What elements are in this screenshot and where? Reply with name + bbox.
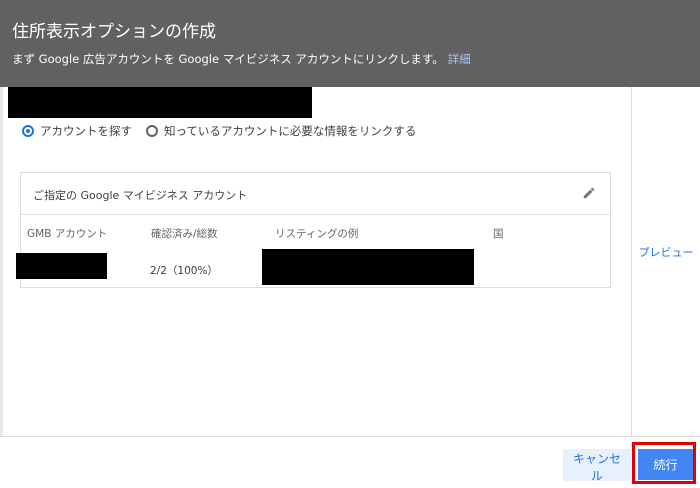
column-header-gmb-account: GMB アカウント (27, 228, 108, 240)
continue-button[interactable]: 続行 (638, 449, 693, 480)
redacted-account-name (8, 87, 312, 118)
column-header-verified: 確認済み/総数 (151, 228, 218, 240)
dialog-header: 住所表示オプションの作成 まず Google 広告アカウントを Google マ… (0, 0, 700, 87)
subtitle-text: まず Google 広告アカウントを Google マイビジネス アカウントにリ… (12, 52, 444, 66)
verified-count-cell: 2/2（100%） (150, 265, 218, 277)
radio-option-find-account[interactable]: アカウントを探す (22, 123, 132, 139)
left-edge-strip (0, 87, 3, 437)
account-source-radio-group: アカウントを探す 知っているアカウントに必要な情報をリンクする (22, 122, 416, 140)
radio-label-find-account: アカウントを探す (40, 124, 132, 138)
preview-panel-divider (631, 87, 632, 436)
pencil-edit-icon[interactable] (582, 186, 596, 200)
radio-label-link-known-account: 知っているアカウントに必要な情報をリンクする (164, 124, 417, 138)
preview-link[interactable]: プレビュー (633, 244, 699, 261)
cancel-button[interactable]: キャンセル (563, 449, 631, 483)
radio-option-link-known-account[interactable]: 知っているアカウントに必要な情報をリンクする (146, 123, 416, 139)
learn-more-link[interactable]: 詳細 (448, 52, 471, 66)
card-title: ご指定の Google マイビジネス アカウント (33, 189, 248, 202)
redacted-listing-example (262, 249, 474, 285)
footer-divider (0, 436, 700, 437)
redacted-gmb-account (16, 253, 107, 279)
column-header-listing-example: リスティングの例 (275, 228, 359, 240)
radio-unchecked-icon[interactable] (146, 125, 158, 137)
dialog-subtitle: まず Google 広告アカウントを Google マイビジネス アカウントにリ… (12, 51, 471, 67)
column-header-country: 国 (493, 228, 504, 240)
card-divider (21, 214, 610, 215)
radio-checked-icon[interactable] (22, 125, 34, 137)
dialog-title: 住所表示オプションの作成 (12, 22, 216, 42)
